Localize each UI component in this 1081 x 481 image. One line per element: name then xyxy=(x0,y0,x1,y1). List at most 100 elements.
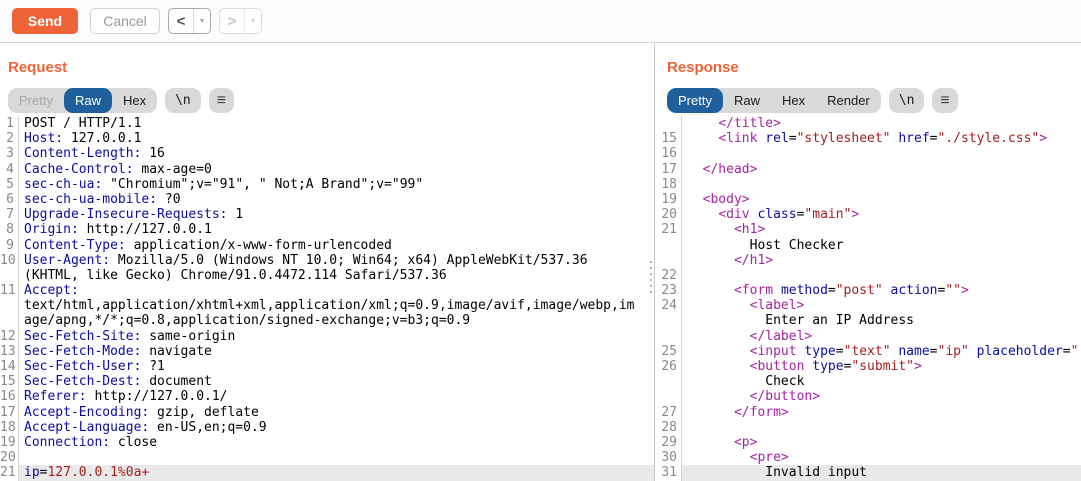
code-line[interactable]: 19 <body> xyxy=(655,192,1081,207)
code-text[interactable] xyxy=(682,268,1081,283)
code-line[interactable]: 7Upgrade-Insecure-Requests: 1 xyxy=(0,207,654,222)
code-text[interactable]: Sec-Fetch-Dest: document xyxy=(19,374,654,389)
code-text[interactable]: <link rel="stylesheet" href="./style.css… xyxy=(682,131,1081,146)
code-line[interactable]: Host Checker xyxy=(655,238,1081,253)
code-line[interactable]: age/apng,*/*;q=0.8,application/signed-ex… xyxy=(0,313,654,328)
request-tab-raw[interactable]: Raw xyxy=(64,88,112,113)
code-text[interactable]: <button type="submit"> xyxy=(682,359,1081,374)
request-hamburger-menu-icon[interactable]: ≡ xyxy=(209,88,234,113)
code-line[interactable]: 6sec-ch-ua-mobile: ?0 xyxy=(0,192,654,207)
code-line[interactable]: 18Accept-Language: en-US,en;q=0.9 xyxy=(0,420,654,435)
code-text[interactable]: Accept-Language: en-US,en;q=0.9 xyxy=(19,420,654,435)
request-tab-hex[interactable]: Hex xyxy=(112,88,157,113)
response-tab-render[interactable]: Render xyxy=(816,88,881,113)
code-text[interactable]: age/apng,*/*;q=0.8,application/signed-ex… xyxy=(19,313,654,328)
code-line[interactable]: </title> xyxy=(655,116,1081,131)
code-line[interactable]: 5sec-ch-ua: "Chromium";v="91", " Not;A B… xyxy=(0,177,654,192)
back-dropdown-icon[interactable]: ▼ xyxy=(193,9,210,33)
code-line[interactable]: 21ip=127.0.0.1%0a+ xyxy=(0,465,654,480)
code-text[interactable]: </label> xyxy=(682,329,1081,344)
code-line[interactable]: 27 </form> xyxy=(655,405,1081,420)
code-line[interactable]: 11Accept: xyxy=(0,283,654,298)
response-tab-hex[interactable]: Hex xyxy=(771,88,816,113)
send-button[interactable]: Send xyxy=(12,8,78,34)
request-newline-toggle-button[interactable]: \n xyxy=(165,88,201,113)
code-text[interactable]: Upgrade-Insecure-Requests: 1 xyxy=(19,207,654,222)
code-line[interactable]: 20 xyxy=(0,450,654,465)
code-text[interactable]: </h1> xyxy=(682,253,1081,268)
code-text[interactable]: Host: 127.0.0.1 xyxy=(19,131,654,146)
code-line[interactable]: 13Sec-Fetch-Mode: navigate xyxy=(0,344,654,359)
code-text[interactable]: </form> xyxy=(682,405,1081,420)
code-line[interactable]: 25 <input type="text" name="ip" placehol… xyxy=(655,344,1081,359)
code-text[interactable]: text/html,application/xhtml+xml,applicat… xyxy=(19,298,654,313)
code-text[interactable]: <body> xyxy=(682,192,1081,207)
code-line[interactable]: 16 xyxy=(655,146,1081,161)
code-text[interactable] xyxy=(682,146,1081,161)
code-text[interactable]: </title> xyxy=(682,116,1081,131)
response-tab-raw[interactable]: Raw xyxy=(723,88,771,113)
code-line[interactable]: Check xyxy=(655,374,1081,389)
code-text[interactable]: Host Checker xyxy=(682,238,1081,253)
code-line[interactable]: text/html,application/xhtml+xml,applicat… xyxy=(0,298,654,313)
code-text[interactable]: Content-Length: 16 xyxy=(19,146,654,161)
cancel-button[interactable]: Cancel xyxy=(90,8,160,34)
history-back-button[interactable]: < ▼ xyxy=(168,8,211,34)
code-text[interactable]: </button> xyxy=(682,389,1081,404)
response-newline-toggle-button[interactable]: \n xyxy=(889,88,925,113)
code-text[interactable]: POST / HTTP/1.1 xyxy=(19,116,654,131)
code-text[interactable]: Sec-Fetch-User: ?1 xyxy=(19,359,654,374)
code-line[interactable]: 15 <link rel="stylesheet" href="./style.… xyxy=(655,131,1081,146)
code-line[interactable]: 19Connection: close xyxy=(0,435,654,450)
response-tab-pretty[interactable]: Pretty xyxy=(667,88,723,113)
code-text[interactable] xyxy=(682,420,1081,435)
response-hamburger-menu-icon[interactable]: ≡ xyxy=(932,88,957,113)
code-text[interactable]: User-Agent: Mozilla/5.0 (Windows NT 10.0… xyxy=(19,253,654,268)
code-text[interactable]: Content-Type: application/x-www-form-url… xyxy=(19,238,654,253)
code-text[interactable] xyxy=(19,450,654,465)
code-text[interactable] xyxy=(682,177,1081,192)
code-text[interactable]: <label> xyxy=(682,298,1081,313)
request-tab-pretty[interactable]: Pretty xyxy=(8,88,64,113)
code-line[interactable]: </label> xyxy=(655,329,1081,344)
code-text[interactable]: Enter an IP Address xyxy=(682,313,1081,328)
code-text[interactable]: Accept-Encoding: gzip, deflate xyxy=(19,405,654,420)
code-line[interactable]: 23 <form method="post" action=""> xyxy=(655,283,1081,298)
forward-dropdown-icon[interactable]: ▼ xyxy=(244,9,261,33)
code-line[interactable]: 16Referer: http://127.0.0.1/ xyxy=(0,389,654,404)
code-line[interactable]: 1POST / HTTP/1.1 xyxy=(0,116,654,131)
code-text[interactable]: <form method="post" action=""> xyxy=(682,283,1081,298)
code-line[interactable]: 31 Invalid input xyxy=(655,465,1081,480)
code-line[interactable]: 4Cache-Control: max-age=0 xyxy=(0,162,654,177)
code-text[interactable]: Origin: http://127.0.0.1 xyxy=(19,222,654,237)
code-line[interactable]: 9Content-Type: application/x-www-form-ur… xyxy=(0,238,654,253)
code-line[interactable]: 2Host: 127.0.0.1 xyxy=(0,131,654,146)
code-line[interactable]: 30 <pre> xyxy=(655,450,1081,465)
code-text[interactable]: <div class="main"> xyxy=(682,207,1081,222)
code-text[interactable]: Sec-Fetch-Site: same-origin xyxy=(19,329,654,344)
history-forward-button[interactable]: > ▼ xyxy=(219,8,262,34)
forward-arrow-icon[interactable]: > xyxy=(220,9,244,33)
code-line[interactable]: 10User-Agent: Mozilla/5.0 (Windows NT 10… xyxy=(0,253,654,268)
code-text[interactable]: ip=127.0.0.1%0a+ xyxy=(19,465,654,480)
code-text[interactable]: sec-ch-ua-mobile: ?0 xyxy=(19,192,654,207)
code-text[interactable]: (KHTML, like Gecko) Chrome/91.0.4472.114… xyxy=(19,268,654,283)
code-text[interactable]: Connection: close xyxy=(19,435,654,450)
code-line[interactable]: 21 <h1> xyxy=(655,222,1081,237)
code-line[interactable]: </h1> xyxy=(655,253,1081,268)
code-line[interactable]: 3Content-Length: 16 xyxy=(0,146,654,161)
code-line[interactable]: 22 xyxy=(655,268,1081,283)
code-line[interactable]: 8Origin: http://127.0.0.1 xyxy=(0,222,654,237)
code-text[interactable]: Cache-Control: max-age=0 xyxy=(19,162,654,177)
response-editor[interactable]: </title>15 <link rel="stylesheet" href="… xyxy=(655,116,1081,481)
panel-splitter[interactable] xyxy=(654,43,655,481)
splitter-grip-icon[interactable] xyxy=(650,261,652,293)
code-text[interactable]: <pre> xyxy=(682,450,1081,465)
code-line[interactable]: 18 xyxy=(655,177,1081,192)
code-line[interactable]: 26 <button type="submit"> xyxy=(655,359,1081,374)
back-arrow-icon[interactable]: < xyxy=(169,9,193,33)
code-line[interactable]: 17 </head> xyxy=(655,162,1081,177)
request-editor[interactable]: 1POST / HTTP/1.12Host: 127.0.0.13Content… xyxy=(0,116,654,481)
code-line[interactable]: 28 xyxy=(655,420,1081,435)
code-line[interactable]: 20 <div class="main"> xyxy=(655,207,1081,222)
